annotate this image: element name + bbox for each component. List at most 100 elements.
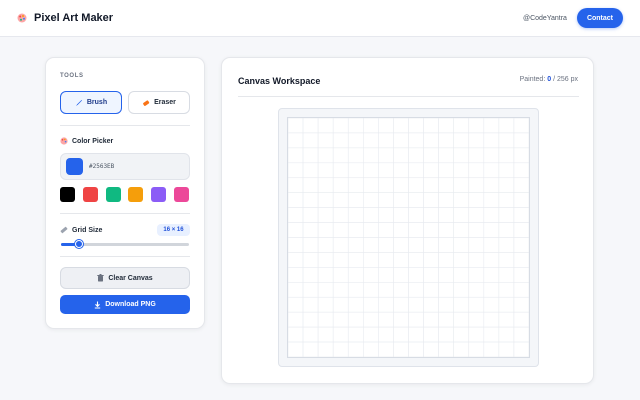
pixel-cell[interactable] [393,222,409,238]
pixel-cell[interactable] [393,252,409,268]
pixel-cell[interactable] [423,267,439,283]
pixel-cell[interactable] [317,267,334,283]
pixel-cell[interactable] [468,207,485,223]
pixel-cell[interactable] [363,192,379,208]
pixel-cell[interactable] [317,222,334,238]
pixel-cell[interactable] [483,252,500,268]
pixel-cell[interactable] [453,267,470,283]
pixel-cell[interactable] [393,207,409,223]
pixel-cell[interactable] [332,162,349,179]
pixel-cell[interactable] [468,147,485,164]
pixel-cell[interactable] [317,147,334,164]
color-input[interactable]: #2563EB [60,153,190,180]
pixel-cell[interactable] [393,192,409,208]
pixel-cell[interactable] [513,282,529,298]
pixel-cell[interactable] [288,237,304,253]
pixel-cell[interactable] [483,341,500,357]
pixel-cell[interactable] [408,192,424,208]
pixel-cell[interactable] [378,252,394,268]
pixel-cell[interactable] [513,267,529,283]
pixel-cell[interactable] [317,177,334,193]
pixel-cell[interactable] [513,252,529,268]
pixel-cell[interactable] [393,147,409,164]
pixel-cell[interactable] [438,326,454,343]
pixel-cell[interactable] [332,192,349,208]
pixel-cell[interactable] [468,162,485,179]
pixel-cell[interactable] [378,296,394,313]
pixel-cell[interactable] [408,162,424,179]
pixel-cell[interactable] [438,132,454,149]
pixel-cell[interactable] [423,296,439,313]
pixel-cell[interactable] [317,118,334,134]
pixel-cell[interactable] [363,252,379,268]
pixel-cell[interactable] [288,118,304,134]
pixel-cell[interactable] [317,296,334,313]
pixel-cell[interactable] [363,207,379,223]
pixel-cell[interactable] [302,118,319,134]
pixel-cell[interactable] [438,177,454,193]
pixel-cell[interactable] [363,311,379,328]
pixel-cell[interactable] [363,147,379,164]
pixel-cell[interactable] [453,282,470,298]
pixel-cell[interactable] [468,237,485,253]
pixel-cell[interactable] [498,192,515,208]
pixel-cell[interactable] [378,282,394,298]
swatch-green[interactable] [106,187,121,202]
pixel-cell[interactable] [453,296,470,313]
pixel-cell[interactable] [317,132,334,149]
pixel-cell[interactable] [468,282,485,298]
pixel-cell[interactable] [347,207,364,223]
pixel-cell[interactable] [513,192,529,208]
pixel-cell[interactable] [438,237,454,253]
pixel-cell[interactable] [347,177,364,193]
pixel-cell[interactable] [363,267,379,283]
pixel-cell[interactable] [423,252,439,268]
pixel-cell[interactable] [302,296,319,313]
pixel-cell[interactable] [513,237,529,253]
pixel-cell[interactable] [302,222,319,238]
swatch-red[interactable] [83,187,98,202]
pixel-cell[interactable] [347,118,364,134]
pixel-cell[interactable] [453,222,470,238]
pixel-cell[interactable] [513,326,529,343]
pixel-cell[interactable] [363,162,379,179]
pixel-cell[interactable] [468,267,485,283]
pixel-cell[interactable] [378,311,394,328]
pixel-cell[interactable] [483,282,500,298]
pixel-cell[interactable] [332,267,349,283]
pixel-cell[interactable] [423,177,439,193]
pixel-cell[interactable] [378,267,394,283]
pixel-cell[interactable] [363,282,379,298]
pixel-cell[interactable] [498,147,515,164]
pixel-cell[interactable] [408,222,424,238]
pixel-cell[interactable] [453,177,470,193]
pixel-cell[interactable] [347,222,364,238]
pixel-cell[interactable] [332,341,349,357]
pixel-cell[interactable] [302,326,319,343]
pixel-cell[interactable] [453,147,470,164]
pixel-cell[interactable] [483,177,500,193]
pixel-cell[interactable] [453,326,470,343]
pixel-cell[interactable] [483,296,500,313]
pixel-cell[interactable] [423,162,439,179]
pixel-cell[interactable] [378,237,394,253]
pixel-cell[interactable] [513,222,529,238]
pixel-cell[interactable] [498,118,515,134]
pixel-cell[interactable] [378,207,394,223]
pixel-cell[interactable] [483,311,500,328]
pixel-cell[interactable] [288,311,304,328]
pixel-cell[interactable] [498,252,515,268]
pixel-cell[interactable] [378,326,394,343]
pixel-cell[interactable] [332,222,349,238]
pixel-cell[interactable] [302,282,319,298]
pixel-cell[interactable] [393,341,409,357]
pixel-cell[interactable] [378,132,394,149]
pixel-cell[interactable] [453,132,470,149]
grid-size-slider[interactable] [61,240,189,248]
pixel-cell[interactable] [453,118,470,134]
pixel-cell[interactable] [347,147,364,164]
pixel-cell[interactable] [483,192,500,208]
pixel-cell[interactable] [453,162,470,179]
pixel-cell[interactable] [302,311,319,328]
pixel-canvas-grid[interactable] [287,117,530,358]
